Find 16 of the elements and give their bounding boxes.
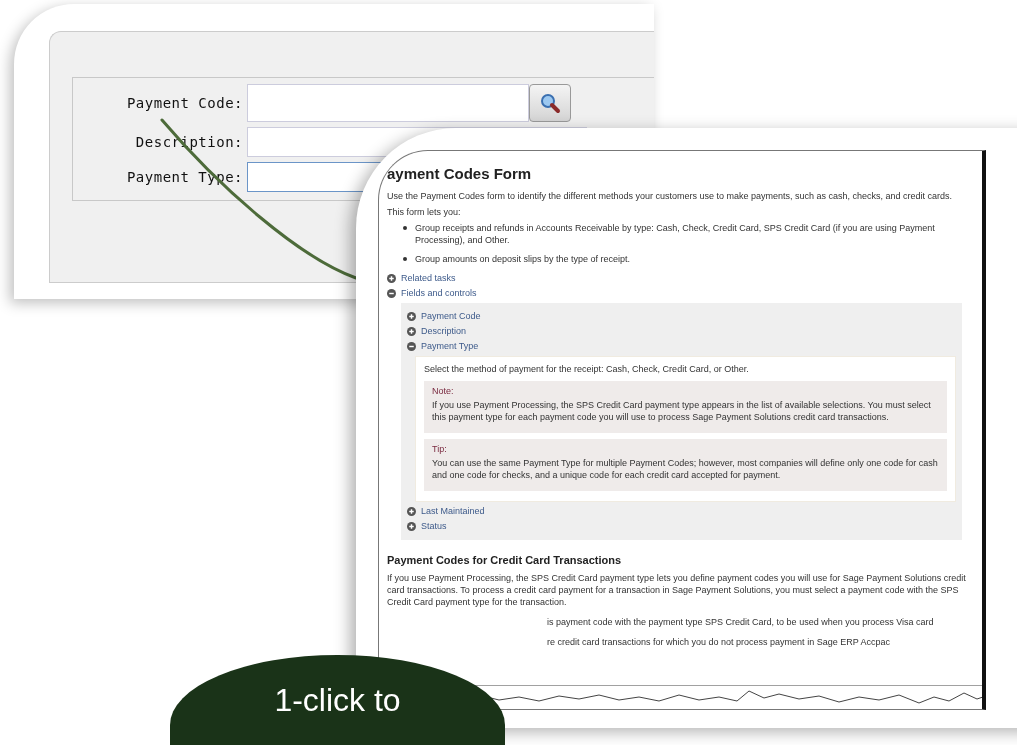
section-heading: Payment Codes for Credit Card Transactions bbox=[387, 554, 623, 566]
paragraph-text: If you use Payment Processing, the SPS Credit Card payment type lets you define payment codes you will use for Sage Payment Solutions credit card transactions. To process a credit card payment for a transaction in Sage Payment Solutions, you must select a payment code with the SPS Credit Card payment type for the transaction. bbox=[387, 572, 967, 608]
note-text: If you use Payment Processing, the SPS Credit Card payment type appears in the list of available selections. You must select this payment type for each payment code you will use to process Sage Payment Solutions credit card transactions. bbox=[432, 399, 932, 423]
bullet-text: Group receipts and refunds in Accounts Receivable by type: Cash, Check, Credit Card, SPS Credit Card (if you are using Payment Processing), and Other. bbox=[415, 222, 936, 246]
page-title: ayment Codes Form bbox=[387, 165, 533, 182]
intro-text: Use the Payment Codes form to identify the different methods your customers use to make payments, such as cash, checks, and credit cards. bbox=[387, 190, 954, 202]
field-label: Payment Code: bbox=[125, 95, 244, 111]
note-heading: Tip: bbox=[432, 444, 448, 454]
note-heading: Note: bbox=[432, 386, 455, 396]
bullet-text: Group amounts on deposit slips by the type of receipt. bbox=[415, 253, 631, 265]
lead-text: This form lets you: bbox=[387, 206, 462, 218]
partial-text: re credit card transactions for which you do not process payment in Sage ERP Accpac bbox=[546, 636, 891, 648]
partial-text: is payment code with the payment type SPS Credit Card, to be used when you process Visa card bbox=[546, 616, 935, 628]
note-text: You can use the same Payment Type for multiple Payment Codes; however, most companies will define only one code for cash and one code for checks, and a unique code for each credit card accepted for payment. bbox=[432, 457, 939, 481]
callout-text: 1-click to bbox=[274, 682, 401, 718]
detail-text: Select the method of payment for the receipt: Cash, Check, Credit Card, or Other. bbox=[424, 363, 750, 375]
